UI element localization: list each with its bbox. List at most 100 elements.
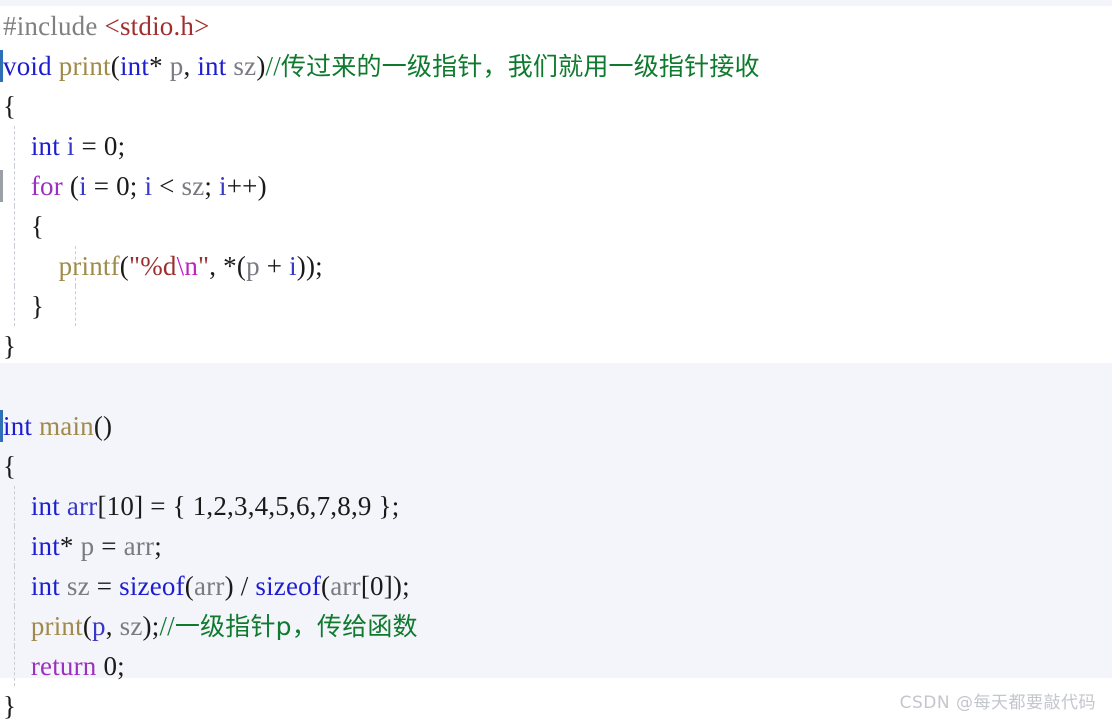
code-token-varb: i: [66, 131, 75, 161]
code-token-fn: print: [30, 611, 83, 641]
code-line-text: #include <stdio.h>: [0, 11, 210, 41]
code-token-var: p: [169, 51, 184, 81]
code-token-kw: int: [30, 131, 60, 161]
code-line-text: {: [0, 91, 16, 121]
code-token-punct: [3, 531, 31, 561]
code-token-punct: [60, 571, 67, 601]
code-token-punct: (: [119, 251, 129, 281]
code-line-text: }: [0, 331, 16, 361]
code-token-num: 1,2,3,4,5,6,7,8,9: [192, 491, 372, 521]
code-token-punct: [3, 211, 31, 241]
code-screenshot-page: #include <stdio.h> void print(int* p, int…: [0, 0, 1112, 723]
code-token-kw: int: [30, 531, 60, 561]
code-line: void print(int* p, int sz)//传过来的一级指针，我们就…: [0, 46, 1112, 86]
code-token-cmt: //: [265, 51, 281, 81]
code-token-punct: [52, 51, 59, 81]
code-token-punct: *: [59, 531, 81, 561]
code-token-punct: };: [371, 491, 400, 521]
code-token-punct: [60, 131, 67, 161]
code-token-punct: *: [149, 51, 170, 81]
code-token-num: 0: [103, 651, 118, 681]
code-line-text: {: [0, 451, 16, 481]
code-token-fn: print: [58, 51, 111, 81]
code-line-text: int sz = sizeof(arr) / sizeof(arr[0]);: [0, 571, 410, 601]
code-token-punct: [3, 131, 31, 161]
code-line-text: }: [0, 291, 44, 321]
code-token-fn: printf: [58, 251, 120, 281]
code-token-esc: \n: [176, 251, 199, 281]
code-line: }: [0, 326, 1112, 366]
code-token-punct: }: [3, 691, 17, 721]
code-line: int arr[10] = { 1,2,3,4,5,6,7,8,9 };: [0, 486, 1112, 526]
code-token-punct: );: [142, 611, 160, 641]
code-token-punct: =: [89, 571, 120, 601]
code-token-var: arr: [330, 571, 361, 601]
code-token-punct: ;: [204, 171, 220, 201]
code-line: }: [0, 286, 1112, 326]
code-token-kw: int: [30, 571, 60, 601]
code-token-hdr: <stdio.h>: [104, 11, 210, 41]
indent-guide: [75, 286, 76, 326]
code-token-punct: (): [93, 411, 113, 441]
code-token-punct: =: [94, 531, 124, 561]
code-token-num: 0: [103, 131, 118, 161]
code-line-text: {: [0, 211, 44, 241]
code-token-var: p: [80, 531, 95, 561]
code-token-punct: <: [152, 171, 182, 201]
code-line-text: void print(int* p, int sz)//传过来的一级指针，我们就…: [0, 51, 760, 81]
code-line: for (i = 0; i < sz; i++): [0, 166, 1112, 206]
code-token-punct: (: [321, 571, 331, 601]
code-token-punct: ;: [117, 131, 126, 161]
code-token-varb: arr: [66, 491, 98, 521]
code-token-punct: ,: [105, 611, 120, 641]
code-token-punct: ;: [154, 531, 162, 561]
code-token-kw: int: [197, 51, 227, 81]
code-token-kw: void: [3, 51, 52, 81]
code-token-punct: ): [256, 51, 266, 81]
code-token-punct: [3, 291, 31, 321]
code-token-var: sz: [233, 51, 257, 81]
code-token-punct: =: [74, 131, 104, 161]
code-token-kw2: return: [30, 651, 97, 681]
code-token-punct: [3, 611, 31, 641]
code-token-str: "%d: [129, 251, 177, 281]
code-token-str: ": [198, 251, 210, 281]
code-token-punct: =: [86, 171, 117, 201]
code-token-punct: }: [30, 291, 44, 321]
code-token-kw2: for: [30, 171, 63, 201]
code-line: int* p = arr;: [0, 526, 1112, 566]
code-token-punct: (: [62, 171, 80, 201]
code-token-punct: (: [110, 51, 120, 81]
code-token-punct: [3, 171, 31, 201]
code-token-punct: (: [184, 571, 194, 601]
code-token-kw: sizeof: [119, 571, 185, 601]
code-line: int main(): [0, 406, 1112, 446]
code-token-varb: p: [92, 611, 106, 641]
code-line: {: [0, 86, 1112, 126]
code-line-text: int i = 0;: [0, 131, 125, 161]
code-token-num: 0: [370, 571, 384, 601]
code-token-var: sz: [181, 171, 205, 201]
code-line-text: return 0;: [0, 651, 125, 681]
code-token-punct: ;: [129, 171, 145, 201]
code-token-punct: ++): [226, 171, 267, 201]
code-line-text: int arr[10] = { 1,2,3,4,5,6,7,8,9 };: [0, 491, 399, 521]
code-line: return 0;: [0, 646, 1112, 686]
code-token-cmt-cn: 传过来的一级指针，我们就用一级指针接收: [280, 52, 760, 81]
code-token-punct: [: [360, 571, 371, 601]
code-token-punct: +: [259, 251, 290, 281]
code-line-text: for (i = 0; i < sz; i++): [0, 171, 267, 201]
code-line: #include <stdio.h>: [0, 6, 1112, 46]
code-token-punct: [3, 571, 31, 601]
code-token-punct: (: [82, 611, 93, 641]
code-token-varb: i: [144, 171, 153, 201]
code-token-punct: ] = {: [134, 491, 193, 521]
code-token-kw: sizeof: [255, 571, 322, 601]
code-token-num: 0: [116, 171, 130, 201]
code-token-punct: ,: [183, 51, 198, 81]
code-token-punct: ;: [117, 651, 125, 681]
code-token-var: p: [246, 251, 260, 281]
code-line: {: [0, 206, 1112, 246]
code-token-kw: int: [3, 411, 33, 441]
